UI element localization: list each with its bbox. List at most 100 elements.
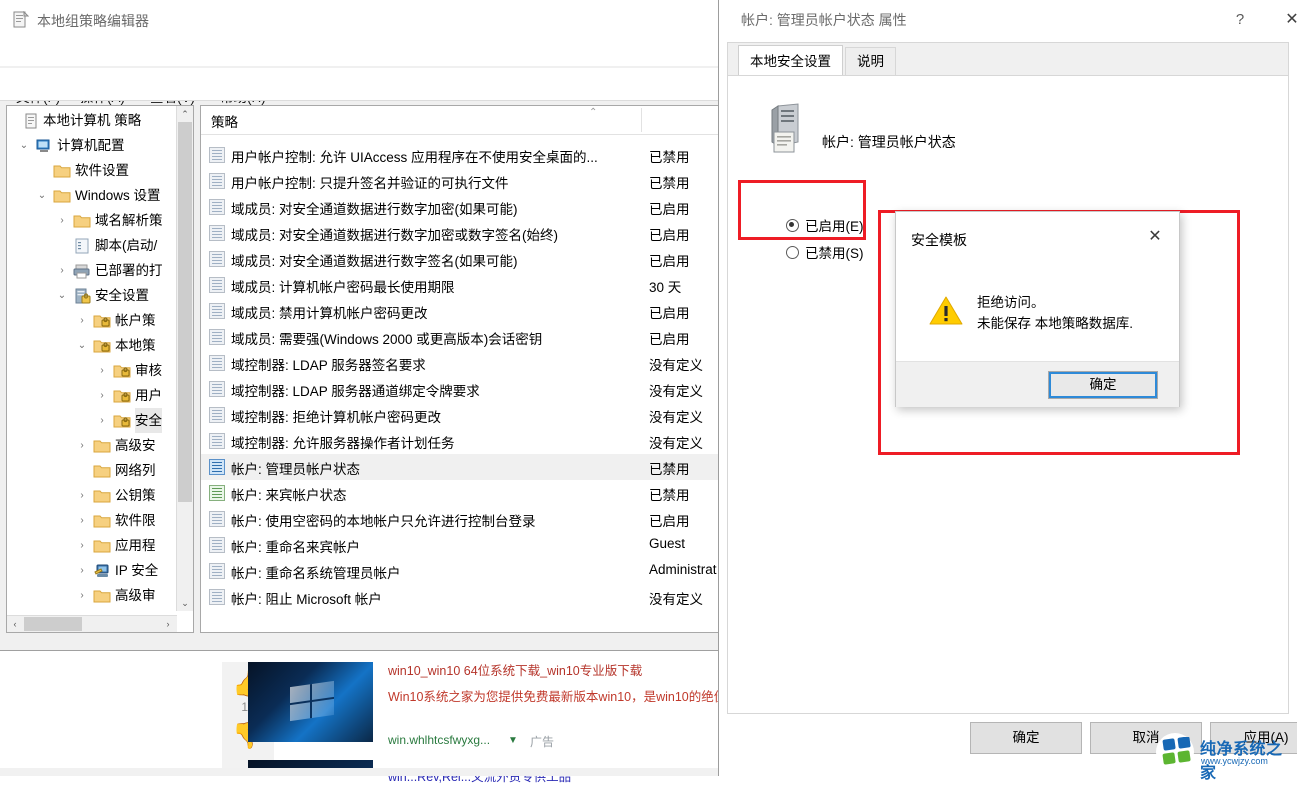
tree-item-label: Windows 设置	[75, 188, 161, 203]
policy-icon	[209, 485, 225, 501]
policy-name: 帐户: 重命名系统管理员帐户	[231, 566, 401, 581]
tab-explain[interactable]: 说明	[845, 47, 896, 75]
ip-security-icon	[93, 562, 111, 578]
ok-button[interactable]: 确定	[970, 722, 1082, 754]
radio-enabled-label: 已启用(E)	[805, 219, 864, 234]
table-row[interactable]: 域成员: 对安全通道数据进行数字签名(如果可能) 已启用	[201, 246, 722, 272]
tree-twisty[interactable]: ⌄	[17, 133, 31, 158]
scroll-down-arrow[interactable]: ⌄	[177, 595, 193, 611]
tree-twisty[interactable]: ›	[75, 583, 89, 608]
policy-value: 30 天	[649, 280, 682, 295]
policy-value: 没有定义	[649, 436, 703, 451]
tab-local-security-setting[interactable]: 本地安全设置	[738, 45, 843, 76]
tree-twisty[interactable]: ›	[75, 533, 89, 558]
tree-twisty[interactable]: ›	[55, 608, 69, 611]
policy-value: Guest	[649, 536, 686, 551]
scroll-right-arrow[interactable]: ›	[160, 616, 176, 632]
tree-item-label: 软件限	[115, 513, 156, 528]
policy-list-panel[interactable]: 策略 ⌃ 安全设置 用户帐户控制: 允许 UIAccess 应用程序在不使用安全…	[200, 105, 722, 633]
table-row[interactable]: 帐户: 重命名来宾帐户 Guest	[201, 532, 722, 558]
list-column-header: 策略 ⌃ 安全设置	[201, 106, 722, 135]
policy-value: 已禁用	[649, 176, 690, 191]
table-row[interactable]: 域成员: 对安全通道数据进行数字加密(如果可能) 已启用	[201, 194, 722, 220]
ad-thumbnail-windows[interactable]	[248, 662, 373, 742]
policy-name: 帐户: 使用空密码的本地帐户只允许进行控制台登录	[231, 514, 536, 529]
tree-twisty[interactable]: ›	[75, 483, 89, 508]
printer-icon	[73, 262, 91, 279]
tree-item-label: 帐户策	[115, 313, 156, 328]
message-ok-button[interactable]: 确定	[1048, 371, 1158, 399]
chevron-down-icon[interactable]: ▼	[508, 735, 518, 746]
policy-name: 帐户: 阻止 Microsoft 帐户	[231, 592, 382, 607]
tree-twisty[interactable]: ›	[55, 258, 69, 283]
folder-icon	[93, 437, 111, 453]
policy-icon	[209, 459, 225, 475]
table-row[interactable]: 域控制器: 拒绝计算机帐户密码更改 没有定义	[201, 402, 722, 428]
menu-bar: 文件(F) 操作(A) 查看(V) 帮助(H)	[0, 40, 721, 105]
tree-horizontal-scrollbar[interactable]: ‹ ›	[7, 615, 177, 632]
sort-ascending-icon: ⌃	[589, 107, 598, 118]
table-row[interactable]: 域成员: 对安全通道数据进行数字加密或数字签名(始终) 已启用	[201, 220, 722, 246]
tree-twisty[interactable]: ›	[75, 508, 89, 533]
tree-twisty[interactable]: ⌄	[35, 183, 49, 208]
table-row[interactable]: 帐户: 来宾帐户状态 已禁用	[201, 480, 722, 506]
table-row[interactable]: 帐户: 重命名系统管理员帐户 Administrat	[201, 558, 722, 584]
watermark-url: www.ycwjzy.com	[1201, 756, 1268, 766]
policy-document-icon	[23, 112, 41, 129]
scroll-left-arrow[interactable]: ‹	[7, 616, 23, 632]
policy-icon	[209, 251, 225, 267]
ad-label: 广告	[530, 735, 555, 749]
policy-name: 域控制器: LDAP 服务器签名要求	[231, 358, 426, 373]
radio-disabled[interactable]: 已禁用(S)	[786, 242, 864, 262]
tree-twisty[interactable]: ›	[95, 383, 109, 408]
message-line-2: 未能保存 本地策略数据库.	[977, 316, 1134, 331]
radio-dot-selected[interactable]	[786, 219, 799, 232]
folder-icon	[53, 162, 71, 178]
policy-value: 已启用	[649, 228, 690, 243]
tree-twisty[interactable]: ›	[75, 558, 89, 583]
table-row[interactable]: 域成员: 禁用计算机帐户密码更改 已启用	[201, 298, 722, 324]
table-row[interactable]: 帐户: 阻止 Microsoft 帐户 没有定义	[201, 584, 722, 610]
policy-value: 已启用	[649, 514, 690, 529]
help-icon[interactable]: ?	[1225, 6, 1255, 34]
table-row[interactable]: 域成员: 需要强(Windows 2000 或更高版本)会话密钥 已启用	[201, 324, 722, 350]
scrollbar-thumb-horizontal[interactable]	[24, 617, 82, 631]
close-icon[interactable]: ✕	[1275, 6, 1297, 34]
close-icon[interactable]: ✕	[1140, 224, 1170, 250]
table-row[interactable]: 用户帐户控制: 只提升签名并验证的可执行文件 已禁用	[201, 168, 722, 194]
policy-name: 域控制器: 拒绝计算机帐户密码更改	[231, 410, 442, 425]
scroll-up-arrow[interactable]: ⌃	[177, 106, 193, 122]
tree-item-label: 本地策	[115, 338, 156, 353]
tree-twisty[interactable]: ›	[75, 433, 89, 458]
scrollbar-thumb[interactable]	[178, 122, 192, 502]
folder-icon	[93, 587, 111, 603]
tree-vertical-scrollbar[interactable]: ⌃ ⌄	[176, 106, 193, 611]
policy-icon	[209, 199, 225, 215]
table-row[interactable]: 域成员: 计算机帐户密码最长使用期限 30 天	[201, 272, 722, 298]
table-row-selected[interactable]: 帐户: 管理员帐户状态 已禁用	[201, 454, 722, 480]
column-header-policy[interactable]: 策略	[211, 111, 238, 131]
navigation-tree-panel[interactable]: 本地计算机 策略 ⌄ 计算机配置 软件设置 ⌄ Windows 设置 › 域名解…	[6, 105, 194, 633]
tree-twisty[interactable]: ›	[55, 208, 69, 233]
table-row[interactable]: 用户帐户控制: 允许 UIAccess 应用程序在不使用安全桌面的... 已禁用	[201, 142, 722, 168]
radio-dot[interactable]	[786, 246, 799, 259]
tree-twisty[interactable]: ⌄	[55, 283, 69, 308]
table-row[interactable]: 域控制器: LDAP 服务器签名要求 没有定义	[201, 350, 722, 376]
tree-twisty[interactable]: ›	[75, 308, 89, 333]
tree-twisty[interactable]: ›	[95, 358, 109, 383]
table-row[interactable]: 域控制器: 允许服务器操作者计划任务 没有定义	[201, 428, 722, 454]
policy-name: 域成员: 对安全通道数据进行数字加密(如果可能)	[231, 202, 518, 217]
ad-url[interactable]: win.whlhtcsfwyxg...	[388, 733, 490, 747]
policy-icon	[209, 537, 225, 553]
table-row[interactable]: 帐户: 使用空密码的本地帐户只允许进行控制台登录 已启用	[201, 506, 722, 532]
tree-twisty[interactable]: ›	[95, 408, 109, 433]
tree-twisty[interactable]: ⌄	[75, 333, 89, 358]
folder-icon	[93, 487, 111, 503]
column-divider[interactable]	[641, 108, 642, 132]
policy-name: 域成员: 需要强(Windows 2000 或更高版本)会话密钥	[231, 332, 543, 347]
policy-icon	[209, 589, 225, 605]
table-row[interactable]: 域控制器: LDAP 服务器通道绑定令牌要求 没有定义	[201, 376, 722, 402]
radio-enabled[interactable]: 已启用(E)	[786, 215, 864, 235]
policy-icon	[209, 147, 225, 163]
policy-value: 已启用	[649, 202, 690, 217]
